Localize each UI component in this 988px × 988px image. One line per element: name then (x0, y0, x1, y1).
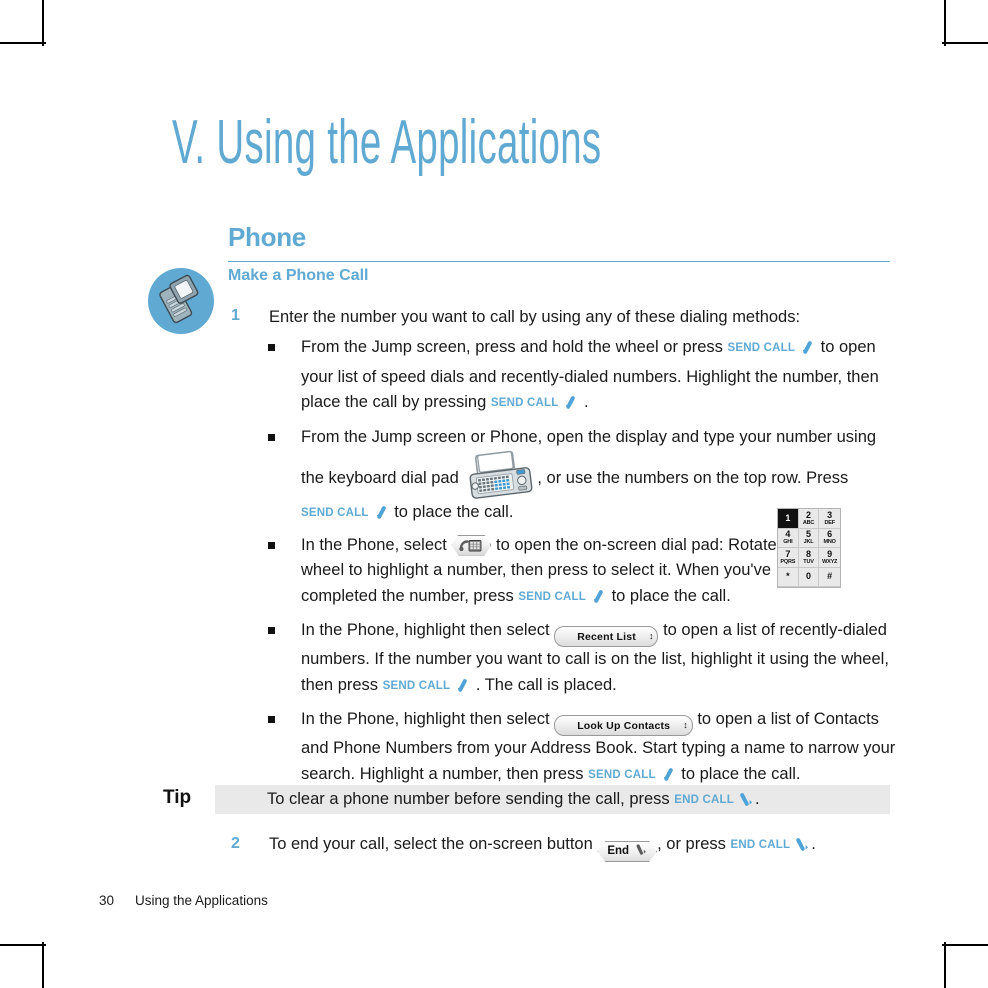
updown-arrows-icon: ↕ (683, 720, 687, 730)
send-call-handset-icon (561, 394, 578, 420)
dialpad-key: 6 MNO (819, 529, 840, 548)
step-2-text-before: To end your call, select the on-screen b… (269, 835, 598, 853)
tip-text-after: . (755, 790, 760, 808)
dialpad-digit: 9 (827, 548, 833, 559)
dial-pad-toggle-button[interactable] (451, 535, 491, 556)
bullet-2-p3: , or use the numbers on the top row. Pre… (537, 469, 849, 487)
dialpad-key: * (778, 567, 799, 587)
bullet-1-p1: From the Jump screen, press and hold the… (301, 338, 728, 356)
send-call-handset-icon (798, 339, 815, 365)
bullet-square-icon (268, 541, 275, 549)
end-call-onscreen-button[interactable]: End (597, 841, 657, 862)
chapter-title: V. Using the Applications (172, 108, 602, 177)
send-call-key-label: SEND CALL (518, 590, 586, 603)
bullet-1-p5: . (579, 393, 589, 411)
bullet-square-icon (268, 627, 275, 634)
dialpad-key: # (819, 568, 840, 587)
step-2-number: 2 (231, 835, 240, 852)
on-screen-dial-pad: 1 2 ABC 3 DEF 4 GHI 5 JKL 6 MNO 7 PQRS 8 TUV 9W… (777, 508, 841, 588)
bullet-5-p5: to place the call. (676, 764, 801, 783)
tip-text-before: To clear a phone number before sending t… (267, 790, 675, 808)
dialpad-digit: 4 (785, 529, 791, 539)
dialpad-letters: PQRS (780, 558, 796, 565)
step-2-text-middle: , or press (657, 835, 731, 853)
end-call-key-label: END CALL (730, 839, 791, 851)
dialpad-digit: 1 (785, 512, 791, 523)
bullet-5-p1: In the Phone, highlight then select (301, 710, 555, 728)
dialpad-key: 2 ABC (798, 509, 820, 529)
bullet-3-p5: to place the call. (606, 586, 731, 605)
dialpad-letters: JKL (803, 539, 814, 545)
step-1-text: Enter the number you want to call by usi… (269, 308, 801, 326)
send-call-handset-icon (453, 677, 470, 703)
dialpad-key: 5 JKL (798, 528, 820, 548)
manual-page: V. Using the Applications Phone Make a P… (0, 0, 988, 988)
bullet-4-p1: In the Phone, highlight then select (301, 621, 555, 639)
dialpad-key: 8 TUV (798, 548, 820, 568)
dialpad-letters: MNO (823, 539, 836, 545)
list-item: In the Phone, highlight then select Rece… (268, 618, 898, 702)
dialpad-letters: DEF (824, 519, 835, 526)
list-item: From the Jump screen, press and hold the… (268, 335, 898, 420)
send-call-key-label: SEND CALL (588, 768, 656, 781)
dialpad-letters: ABC (802, 519, 815, 526)
list-item: In the Phone, select to open the on-scre… (268, 533, 806, 614)
step-2-text-after: . (811, 835, 816, 853)
dialpad-key: 7 PQRS (778, 548, 799, 568)
updown-arrows-icon: ↕ (648, 631, 653, 641)
recent-list-popup-button[interactable]: Recent List ↕ (554, 626, 659, 647)
dialpad-digit: 7 (785, 548, 791, 559)
end-button-label: End (607, 845, 630, 857)
send-call-handset-icon (589, 588, 606, 614)
dialpad-digit: 5 (805, 529, 811, 539)
list-item: In the Phone, highlight then select Look… (268, 707, 898, 791)
footer-page-number: 30 (99, 893, 115, 908)
section-divider-rule (228, 261, 890, 262)
send-call-handset-icon (372, 504, 389, 530)
send-call-key-label: SEND CALL (382, 679, 451, 692)
bullet-2-p5: to place the call. (389, 503, 514, 521)
dialpad-key: 9 WXYZ (819, 548, 840, 568)
dialpad-key: 0 (798, 567, 820, 587)
dialpad-digit: 0 (805, 571, 811, 582)
tip-text: To clear a phone number before sending t… (267, 788, 760, 815)
dialpad-letters: TUV (803, 558, 814, 565)
dialpad-digit: * (786, 571, 790, 582)
footer-section-text: Using the Applications (135, 893, 268, 908)
tip-label: Tip (163, 787, 192, 808)
dialpad-digit: 8 (805, 548, 811, 559)
dialpad-key: 1 (778, 509, 799, 529)
subsection-title: Make a Phone Call (228, 267, 369, 284)
bullet-3-p1: In the Phone, select (301, 535, 452, 554)
section-title: Phone (228, 222, 306, 252)
bullet-4-p5: . The call is placed. (471, 675, 617, 694)
phone-device-icon (148, 268, 214, 334)
bullet-square-icon (268, 433, 275, 441)
step-1-number: 1 (231, 307, 240, 324)
dialpad-key: 4 GHI (778, 528, 799, 548)
end-call-key-label: END CALL (674, 794, 734, 806)
recent-list-label: Recent List (577, 631, 636, 643)
dialpad-digit: # (827, 571, 833, 582)
look-up-contacts-label: Look Up Contacts (577, 720, 671, 732)
bullet-square-icon (268, 344, 275, 351)
send-call-key-label: SEND CALL (301, 507, 369, 519)
bullet-square-icon (268, 716, 275, 723)
dialpad-letters: WXYZ (822, 558, 838, 565)
dialpad-key: 3 DEF (819, 509, 840, 529)
step-2-text: To end your call, select the on-screen b… (269, 832, 816, 862)
end-call-handset-icon (793, 836, 810, 861)
look-up-contacts-popup-button[interactable]: Look Up Contacts ↕ (554, 715, 693, 736)
end-call-glyph-icon (634, 843, 647, 863)
send-call-key-label: SEND CALL (727, 342, 796, 354)
hiptop-device-illustration (464, 450, 536, 500)
dialpad-digit: 3 (827, 509, 833, 520)
dialpad-digit: 6 (827, 529, 833, 539)
dialpad-digit: 2 (805, 509, 811, 520)
send-call-key-label: SEND CALL (490, 397, 559, 409)
end-call-handset-icon (737, 791, 754, 815)
dialpad-letters: GHI (783, 539, 793, 545)
